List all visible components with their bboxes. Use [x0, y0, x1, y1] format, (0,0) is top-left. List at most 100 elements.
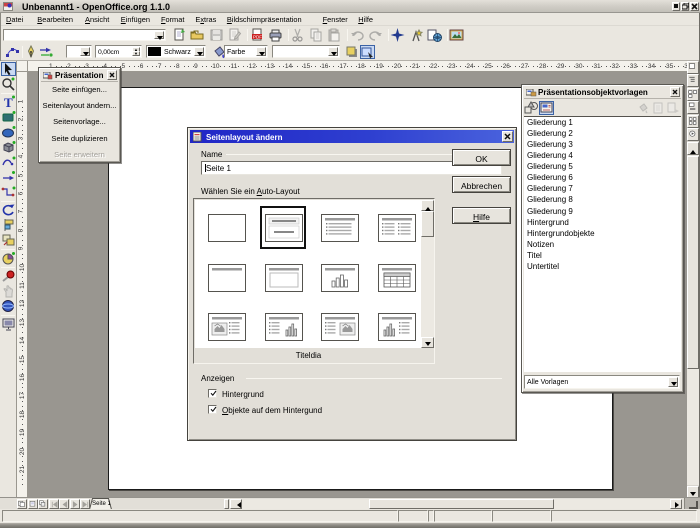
menu-ansicht[interactable]: Ansicht	[85, 14, 109, 25]
select-arrow-icon[interactable]	[1, 62, 16, 76]
style-item-titel[interactable]: Titel	[524, 250, 681, 261]
layout-option-title-clipart-text[interactable]	[208, 313, 246, 341]
url-combobox[interactable]	[3, 29, 166, 41]
style-item-gliederung-7[interactable]: Gliederung 7	[524, 183, 681, 194]
dialog-titlebar[interactable]: Seitenlayout ändern	[190, 130, 514, 143]
menu-bearbeiten[interactable]: Bearbeiten	[37, 14, 73, 25]
style-item-gliederung-6[interactable]: Gliederung 6	[524, 172, 681, 183]
effects-icon[interactable]	[1, 269, 16, 283]
update-style-icon[interactable]	[666, 101, 681, 115]
vscroll-up-button[interactable]	[687, 142, 699, 155]
line-width-spinner[interactable]: 0,00cm ▲ ▼	[95, 45, 142, 58]
print-icon[interactable]	[268, 28, 283, 42]
rectangle-tool-icon[interactable]	[1, 110, 16, 124]
floater-item-seite-duplizieren[interactable]: Seite duplizieren	[39, 131, 120, 147]
background-checkbox[interactable]	[208, 389, 217, 398]
first-slide-button[interactable]	[49, 499, 59, 509]
layout-scroll-down[interactable]	[421, 337, 434, 348]
start-show-button[interactable]	[687, 128, 699, 141]
style-item-gliederung-5[interactable]: Gliederung 5	[524, 161, 681, 172]
undo-icon[interactable]	[350, 28, 365, 42]
objects3d-tool-icon[interactable]	[1, 140, 16, 154]
line-tool-icon[interactable]	[1, 170, 16, 184]
layer-mode-button[interactable]	[38, 499, 48, 509]
minimize-button[interactable]	[672, 2, 680, 11]
cut-icon[interactable]	[290, 28, 305, 42]
layout-scrollbar[interactable]	[421, 200, 434, 348]
paste-icon[interactable]	[327, 28, 342, 42]
area-style-dropdown[interactable]	[256, 47, 266, 56]
hscroll-left-button[interactable]	[230, 499, 242, 509]
presentation-styles-icon[interactable]	[539, 101, 554, 115]
connector-tool-icon[interactable]	[1, 185, 16, 199]
page-mode-button[interactable]	[17, 499, 27, 509]
restore-button[interactable]	[681, 2, 689, 11]
curve-tool-icon[interactable]	[1, 155, 16, 169]
layout-option-blank[interactable]	[208, 214, 246, 242]
style-filter-dropdown[interactable]	[668, 377, 678, 387]
hscrollbar-splitter[interactable]	[224, 499, 229, 509]
horizontal-ruler[interactable]: 1234567891011121314151617181920212223242…	[28, 61, 687, 72]
notes-view-button[interactable]	[687, 101, 699, 114]
menu-hilfe[interactable]: Hilfe	[358, 14, 373, 25]
drawing-view-button[interactable]	[687, 61, 699, 74]
floater-close-button[interactable]	[107, 70, 117, 80]
layout-option-title-chart[interactable]	[321, 264, 359, 292]
menu-datei[interactable]: Datei	[6, 14, 23, 25]
text-tool-icon[interactable]: T	[1, 95, 16, 109]
menu-extras[interactable]: Extras	[195, 14, 216, 25]
presentation-icon[interactable]	[1, 317, 16, 331]
navigator-icon[interactable]	[390, 28, 405, 42]
line-pen-icon[interactable]	[24, 45, 39, 59]
style-item-gliederung-4[interactable]: Gliederung 4	[524, 150, 681, 161]
area-color-combobox[interactable]	[272, 45, 340, 58]
edit-file-icon[interactable]	[227, 28, 242, 42]
style-item-hintergrundobjekte[interactable]: Hintergrundobjekte	[524, 228, 681, 239]
layout-option-title-table[interactable]	[378, 264, 416, 292]
help-button[interactable]: Hilfe	[452, 207, 511, 224]
menu-bildschirmprsentation[interactable]: Bildschirmpräsentation	[227, 14, 302, 25]
edit-points-icon[interactable]	[5, 45, 20, 59]
layout-scroll-thumb[interactable]	[421, 211, 434, 237]
last-slide-button[interactable]	[80, 499, 90, 509]
background-objects-checkbox[interactable]	[208, 405, 217, 414]
area-style-combobox[interactable]: Farbe	[224, 45, 268, 58]
close-button[interactable]	[690, 2, 699, 11]
layout-scroll-up[interactable]	[421, 200, 434, 211]
vertical-ruler[interactable]: 123456789101112131415161718192021	[17, 72, 28, 497]
prev-slide-button[interactable]	[59, 499, 69, 509]
line-color-dropdown[interactable]	[194, 47, 204, 56]
new-style-icon[interactable]	[651, 101, 666, 115]
save-icon[interactable]	[209, 28, 224, 42]
floater-titlebar[interactable]: Präsentation	[41, 70, 118, 82]
outline-view-button[interactable]	[687, 74, 699, 87]
master-mode-button[interactable]	[28, 499, 38, 509]
alignment-icon[interactable]	[1, 218, 16, 232]
style-item-gliederung-3[interactable]: Gliederung 3	[524, 139, 681, 150]
layout-option-title-frame[interactable]	[265, 264, 303, 292]
zoom-icon[interactable]	[1, 77, 16, 91]
shadow-icon[interactable]	[345, 45, 360, 59]
menu-einfgen[interactable]: Einfügen	[121, 14, 150, 25]
ok-button[interactable]: OK	[452, 149, 511, 166]
arrow-style-icon[interactable]	[39, 45, 54, 59]
interaction-icon[interactable]	[1, 284, 16, 298]
style-item-gliederung-8[interactable]: Gliederung 8	[524, 194, 681, 205]
dialog-close-button[interactable]	[502, 131, 513, 142]
effects3d-icon[interactable]	[1, 299, 16, 313]
redo-icon[interactable]	[368, 28, 383, 42]
stylist-close-button[interactable]	[670, 87, 680, 97]
rotate-tool-icon[interactable]	[1, 203, 16, 217]
style-item-untertitel[interactable]: Untertitel	[524, 261, 681, 272]
layout-option-title-chart-text[interactable]	[378, 313, 416, 341]
url-combobox-dropdown[interactable]	[154, 31, 164, 39]
style-item-gliederung-1[interactable]: Gliederung 1	[524, 117, 681, 128]
layout-option-title-bullets[interactable]	[321, 214, 359, 242]
vscrollbar-thumb[interactable]	[687, 156, 699, 369]
layout-option-title-text-chart[interactable]	[265, 313, 303, 341]
line-color-combobox[interactable]: Schwarz	[146, 45, 206, 58]
cancel-button[interactable]: Abbrechen	[452, 176, 511, 193]
slides-view-button[interactable]	[687, 88, 699, 101]
graphics-styles-icon[interactable]	[524, 101, 539, 115]
area-color-dropdown[interactable]	[328, 47, 338, 56]
